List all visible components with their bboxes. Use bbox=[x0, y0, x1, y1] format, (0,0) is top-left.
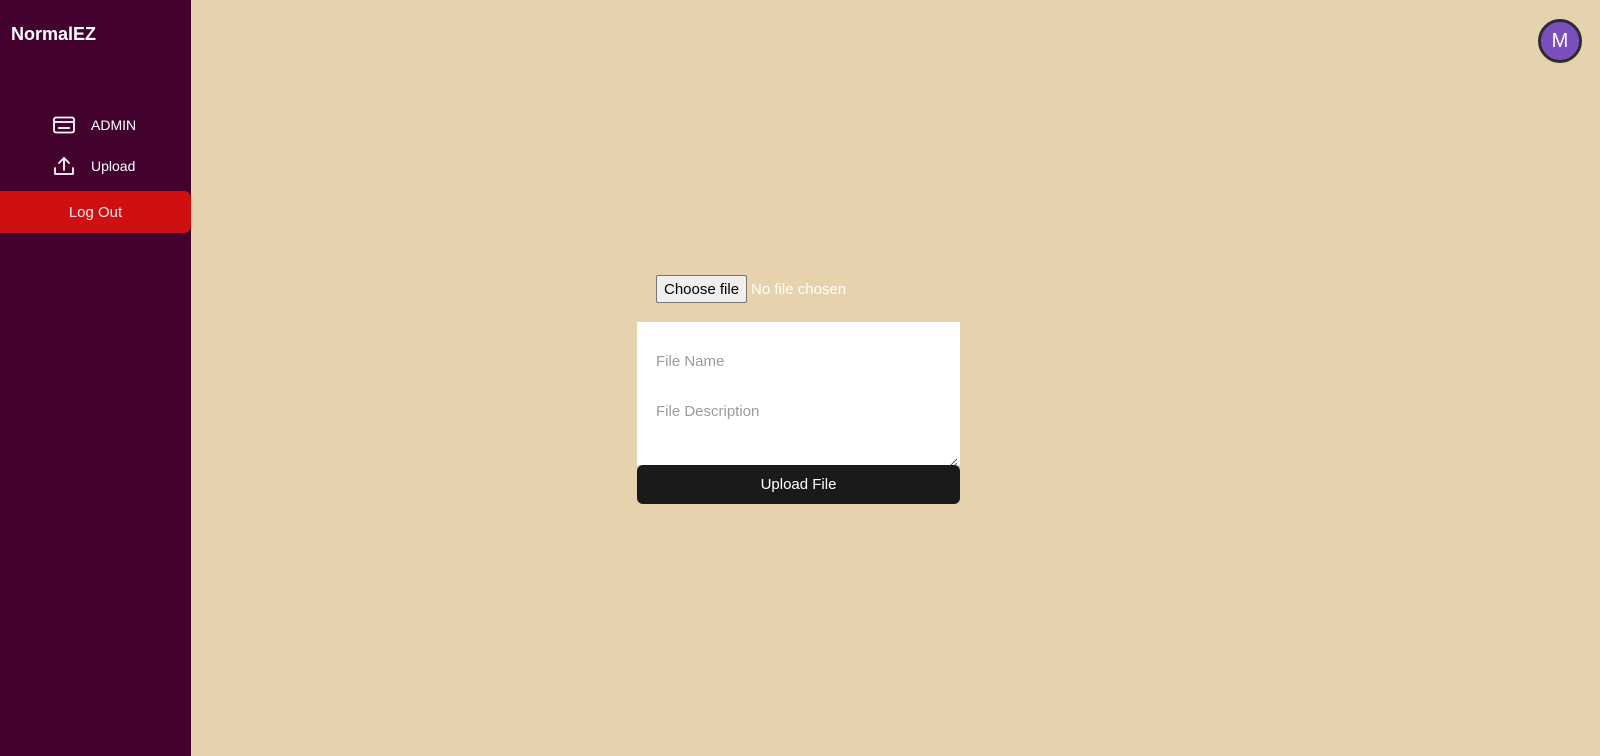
sidebar-item-admin[interactable]: ADMIN bbox=[52, 112, 136, 138]
admin-card-icon bbox=[52, 113, 76, 137]
file-name-input[interactable] bbox=[637, 322, 960, 380]
upload-form bbox=[637, 322, 960, 467]
upload-file-button[interactable]: Upload File bbox=[637, 465, 960, 504]
sidebar: NormalEZ ADMIN Upload Log Out bbox=[0, 0, 191, 756]
choose-file-button[interactable]: Choose file bbox=[656, 275, 748, 303]
sidebar-item-label: ADMIN bbox=[91, 117, 137, 133]
avatar[interactable]: M bbox=[1538, 19, 1582, 63]
file-status-text: No file chosen bbox=[751, 280, 847, 298]
file-description-input[interactable] bbox=[637, 380, 960, 465]
file-picker: Choose file No file chosen bbox=[656, 275, 846, 303]
sidebar-item-label: Upload bbox=[91, 158, 136, 174]
brand-title: NormalEZ bbox=[11, 24, 97, 44]
resize-handle-icon[interactable] bbox=[949, 454, 958, 467]
logout-button[interactable]: Log Out bbox=[0, 191, 191, 233]
upload-icon bbox=[52, 154, 76, 178]
sidebar-item-upload[interactable]: Upload bbox=[52, 153, 135, 179]
